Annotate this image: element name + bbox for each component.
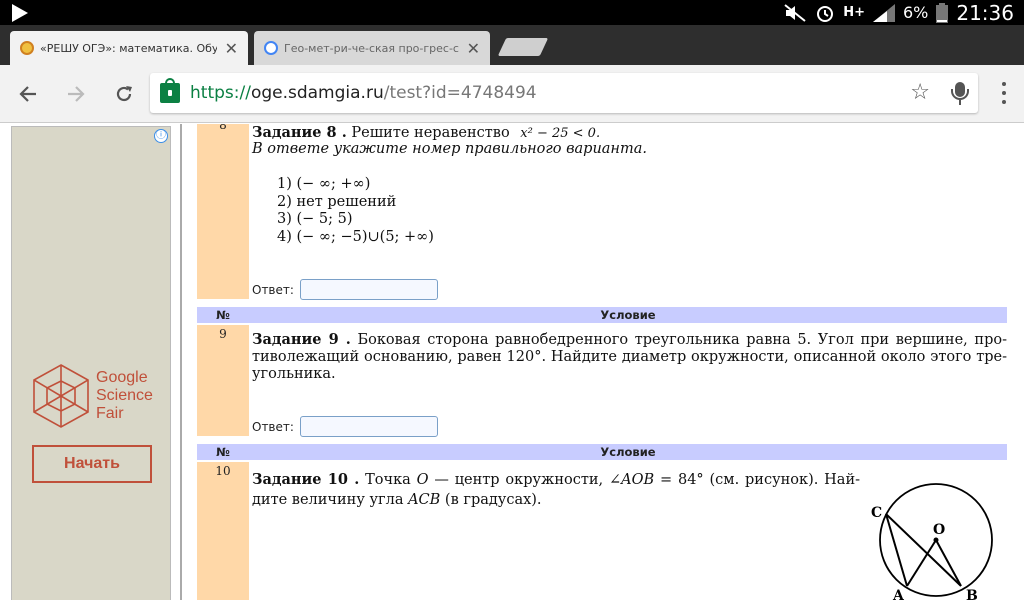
tab-title: Гео-мет-ри-че-ская про-грес-сия в	[284, 41, 459, 55]
task-number: 10	[215, 464, 231, 478]
divider	[180, 124, 182, 600]
ad-start-button[interactable]: Начать	[32, 445, 152, 483]
center-point	[933, 537, 939, 543]
network-label: H+	[843, 5, 865, 20]
task-9-statement: Задание 9 . Боковая сторона равнобедренн…	[252, 331, 1007, 383]
table-header: № Условие	[197, 307, 1007, 323]
header-condition: Условие	[600, 308, 656, 322]
status-bar: H+ 6% 21:36	[0, 0, 1024, 25]
task-text-1: Точка	[365, 472, 417, 488]
alarm-icon	[815, 3, 835, 23]
circle-figure: C O A B	[871, 483, 993, 600]
battery-percent: 6%	[902, 3, 929, 22]
label-a: A	[892, 588, 905, 600]
url-path: /test?id=4748494	[383, 83, 537, 103]
task-label: Задание 8 .	[252, 124, 347, 141]
header-number: №	[216, 308, 230, 322]
tab-reshu-oge[interactable]: «РЕШУ ОГЭ»: математика. Обучающая систем…	[10, 31, 248, 65]
menu-dots-icon[interactable]	[1002, 82, 1006, 106]
task-var-acb: ACB	[408, 492, 441, 508]
url-scheme: https://	[190, 83, 251, 103]
ad-brand-line-2: Science	[96, 387, 153, 404]
address-bar[interactable]: https://oge.sdamgia.ru/test?id=4748494 ☆	[150, 73, 978, 113]
task-8-statement: Задание 8 . Решите неравенство x² − 25 <…	[252, 124, 600, 142]
url-host: oge.sdamgia.ru	[250, 83, 384, 103]
clock: 21:36	[956, 0, 1014, 25]
option-4: 4) (− ∞; −5)∪(5; +∞)	[277, 228, 434, 245]
label-b: B	[966, 588, 978, 600]
task-text-2: — центр окружности, ∠	[428, 472, 622, 488]
signal-icon	[872, 3, 895, 23]
back-arrow-icon[interactable]	[13, 79, 43, 109]
task-text-4: (в градусах).	[440, 492, 542, 508]
option-2: 2) нет решений	[277, 193, 397, 210]
segment-ob	[935, 539, 962, 587]
ad-brand-line-3: Fair	[96, 405, 124, 422]
play-icon	[12, 4, 28, 22]
ad-brand-line-1: Google	[96, 369, 148, 386]
close-icon[interactable]: ✕	[467, 39, 480, 58]
page-content: ⓘ Google Science Fair Начать 8 Задание 8…	[0, 124, 1024, 600]
header-condition: Условие	[600, 445, 656, 459]
close-icon[interactable]: ✕	[225, 39, 238, 58]
header-number: №	[216, 445, 230, 459]
reload-icon[interactable]	[109, 79, 139, 109]
task-var-o: O	[416, 472, 429, 488]
task-formula: x² − 25 < 0.	[520, 126, 601, 141]
new-tab-button[interactable]	[497, 38, 549, 56]
task-var-aob: AOB	[621, 472, 655, 488]
answer-label: Ответ:	[252, 419, 294, 434]
answer-row: Ответ:	[252, 279, 438, 300]
sun-favicon-icon	[20, 41, 34, 55]
option-1: 1) (− ∞; +∞)	[277, 176, 371, 192]
browser-toolbar: https://oge.sdamgia.ru/test?id=4748494 ☆	[0, 65, 1024, 123]
option-3: 3) (− 5; 5)	[277, 211, 353, 227]
ad-info-icon[interactable]: ⓘ	[154, 129, 168, 143]
forward-arrow-icon[interactable]	[61, 79, 91, 109]
task-number-cell: 8	[197, 124, 249, 299]
answer-input[interactable]	[299, 279, 438, 300]
science-fair-logo-icon	[33, 364, 89, 428]
task-number: 9	[219, 327, 227, 341]
task-10-statement: Задание 10 . Точка O — центр окружности,…	[252, 470, 860, 510]
label-c: C	[871, 505, 882, 521]
mute-icon	[783, 3, 807, 23]
url-text[interactable]: https://oge.sdamgia.ru/test?id=4748494	[190, 83, 537, 103]
task-instruction: В ответе укажите номер правильного вариа…	[252, 141, 647, 157]
bookmark-star-icon[interactable]: ☆	[910, 80, 930, 105]
tab-strip: «РЕШУ ОГЭ»: математика. Обучающая систем…	[0, 25, 1024, 65]
answer-options: 1) (− ∞; +∞) 2) нет решений 3) (− 5; 5) …	[277, 176, 434, 246]
ad-brand: Google Science Fair	[96, 369, 153, 423]
ad-banner[interactable]: ⓘ Google Science Fair Начать	[11, 126, 171, 600]
microphone-icon[interactable]	[948, 81, 972, 105]
google-favicon-icon	[264, 41, 278, 55]
task-number-cell: 10	[197, 462, 249, 600]
label-o: O	[933, 522, 945, 538]
table-header: № Условие	[197, 444, 1007, 460]
task-text: Решите неравенство	[351, 125, 510, 141]
answer-label: Ответ:	[252, 282, 294, 297]
task-number-cell: 9	[197, 325, 249, 436]
task-number: 8	[219, 124, 227, 132]
tab-geometric-progression[interactable]: Гео-мет-ри-че-ская про-грес-сия в ✕	[254, 31, 490, 65]
answer-input[interactable]	[299, 416, 438, 437]
lock-icon	[160, 78, 180, 103]
task-label: Задание 10 .	[252, 471, 360, 488]
answer-row: Ответ:	[252, 416, 438, 437]
task-label: Задание 9 .	[252, 331, 351, 348]
task-text: Боковая сторона равнобедренного треуголь…	[252, 332, 1007, 382]
tab-title: «РЕШУ ОГЭ»: математика. Обучающая систем…	[40, 41, 217, 55]
battery-icon	[936, 2, 949, 23]
